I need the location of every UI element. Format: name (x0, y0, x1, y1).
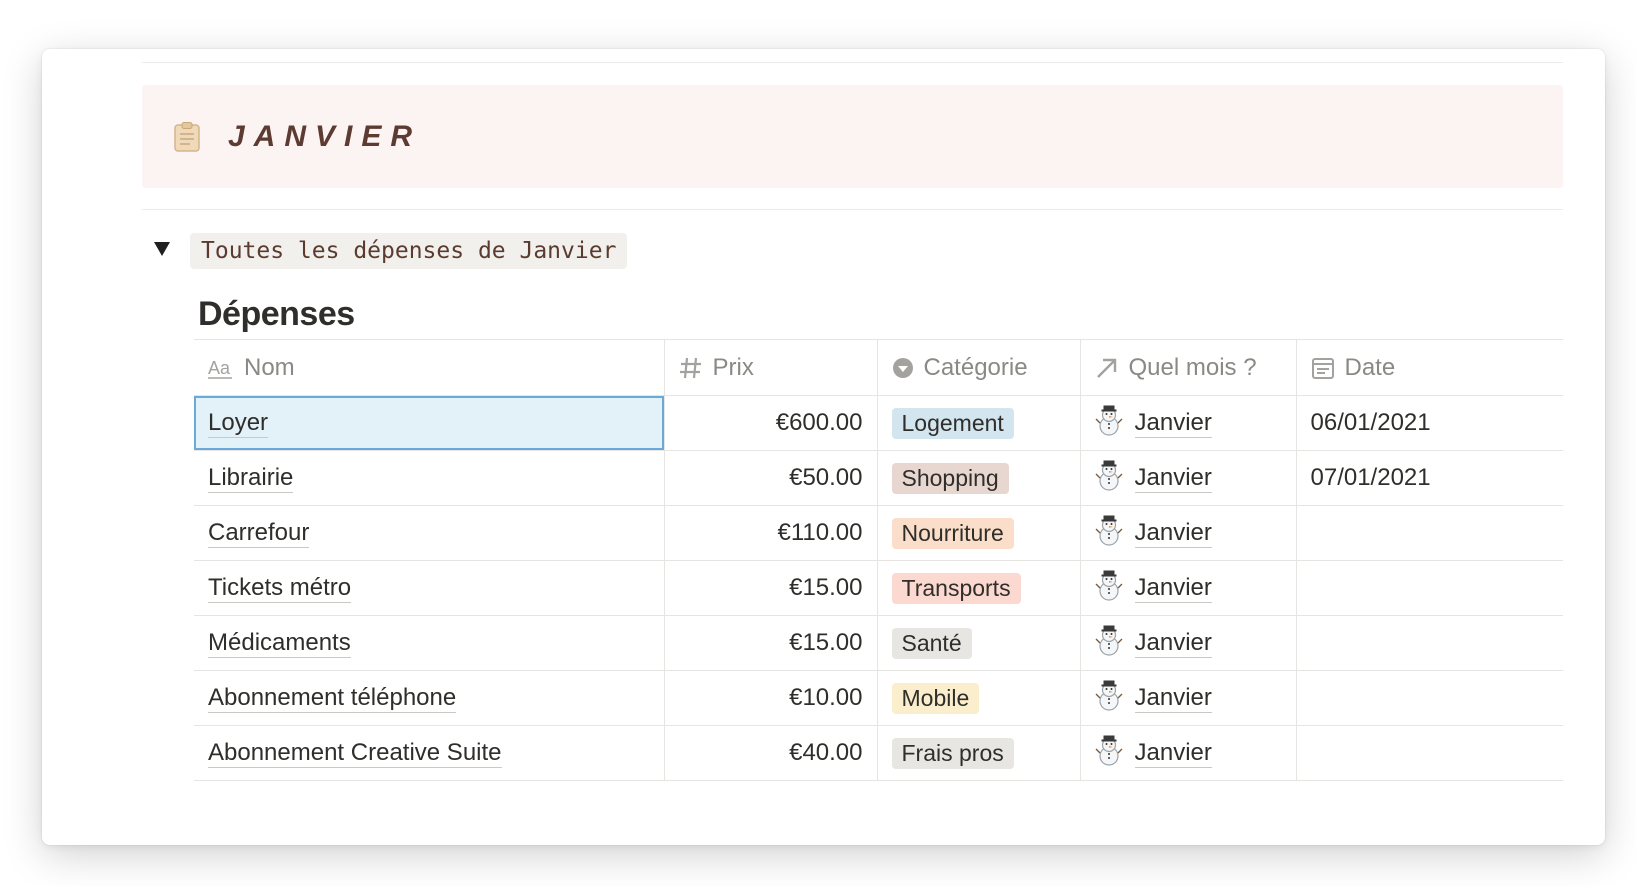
expenses-table: Aa Nom Prix Catégorie Quel mois ? Date L… (194, 339, 1563, 781)
snowman-icon (1095, 569, 1123, 608)
cell-date[interactable]: 06/01/2021 (1296, 395, 1563, 451)
expense-name[interactable]: Abonnement Creative Suite (208, 739, 502, 768)
category-tag: Transports (891, 572, 1021, 604)
category-tag: Santé (891, 627, 972, 659)
callout-title: JANVIER (228, 119, 422, 153)
cell-date[interactable] (1296, 670, 1563, 726)
category-tag: Mobile (891, 682, 980, 714)
cell-date[interactable] (1296, 560, 1563, 616)
cell-mois[interactable]: Janvier (1080, 615, 1297, 671)
cell-prix[interactable]: €15.00 (664, 615, 878, 671)
table-row[interactable]: Tickets métro €15.00 Transports Janvier (194, 560, 1563, 616)
database-title[interactable]: Dépenses (198, 295, 355, 334)
cell-date[interactable] (1296, 505, 1563, 561)
cell-nom[interactable]: Abonnement téléphone (194, 670, 665, 726)
cell-nom[interactable]: Médicaments (194, 615, 665, 671)
month-link[interactable]: Janvier (1134, 684, 1212, 713)
cell-nom[interactable]: Librairie (194, 450, 665, 506)
expense-name[interactable]: Abonnement téléphone (208, 684, 457, 713)
toggle-block[interactable]: Toutes les dépenses de Janvier (154, 233, 628, 269)
cell-categorie[interactable]: Nourriture (877, 505, 1081, 561)
table-row[interactable]: Librairie €50.00 Shopping Janvier 07/01/… (194, 450, 1563, 506)
month-link[interactable]: Janvier (1134, 519, 1212, 548)
table-body: Loyer €600.00 Logement Janvier 06/01/202… (194, 395, 1563, 781)
cell-prix[interactable]: €40.00 (664, 725, 878, 781)
cell-categorie[interactable]: Logement (877, 395, 1081, 451)
table-header-row: Aa Nom Prix Catégorie Quel mois ? Date (194, 339, 1563, 396)
cell-prix[interactable]: €15.00 (664, 560, 878, 616)
select-icon (892, 357, 914, 379)
cell-nom[interactable]: Carrefour (194, 505, 665, 561)
cell-mois[interactable]: Janvier (1080, 725, 1297, 781)
cell-categorie[interactable]: Mobile (877, 670, 1081, 726)
category-tag: Shopping (891, 462, 1009, 494)
column-label-categorie: Catégorie (923, 353, 1028, 381)
cell-date[interactable] (1296, 725, 1563, 781)
month-link[interactable]: Janvier (1134, 574, 1212, 603)
cell-categorie[interactable]: Transports (877, 560, 1081, 616)
page-card: JANVIER Toutes les dépenses de Janvier D… (42, 49, 1605, 845)
cell-nom[interactable]: Loyer (194, 395, 665, 451)
month-link[interactable]: Janvier (1134, 409, 1212, 438)
column-label-nom: Nom (244, 353, 295, 381)
clipboard-icon[interactable] (174, 121, 200, 152)
cell-prix[interactable]: €110.00 (664, 505, 878, 561)
expense-name[interactable]: Carrefour (208, 519, 310, 548)
snowman-icon (1095, 459, 1123, 498)
snowman-icon (1095, 404, 1123, 443)
snowman-icon (1095, 679, 1123, 718)
cell-prix[interactable]: €600.00 (664, 395, 878, 451)
snowman-icon (1095, 734, 1123, 773)
month-link[interactable]: Janvier (1134, 739, 1212, 768)
column-header-nom[interactable]: Aa Nom (194, 339, 665, 396)
cell-date[interactable] (1296, 615, 1563, 671)
toggle-label: Toutes les dépenses de Janvier (190, 233, 628, 269)
expense-name[interactable]: Médicaments (208, 629, 351, 658)
category-tag: Nourriture (891, 517, 1014, 549)
column-header-prix[interactable]: Prix (664, 339, 878, 396)
table-row[interactable]: Abonnement téléphone €10.00 Mobile Janvi… (194, 670, 1563, 726)
cell-categorie[interactable]: Frais pros (877, 725, 1081, 781)
month-link[interactable]: Janvier (1134, 629, 1212, 658)
category-tag: Frais pros (891, 737, 1014, 769)
cell-nom[interactable]: Tickets métro (194, 560, 665, 616)
column-label-prix: Prix (712, 353, 754, 381)
text-icon: Aa (208, 356, 234, 380)
column-header-mois[interactable]: Quel mois ? (1080, 339, 1297, 396)
cell-categorie[interactable]: Santé (877, 615, 1081, 671)
month-link[interactable]: Janvier (1134, 464, 1212, 493)
expense-name[interactable]: Tickets métro (208, 574, 352, 603)
toggle-triangle-icon[interactable] (154, 242, 170, 256)
column-label-date: Date (1344, 353, 1396, 381)
cell-mois[interactable]: Janvier (1080, 560, 1297, 616)
divider-middle (142, 209, 1563, 210)
cell-mois[interactable]: Janvier (1080, 395, 1297, 451)
cell-mois[interactable]: Janvier (1080, 505, 1297, 561)
cell-prix[interactable]: €10.00 (664, 670, 878, 726)
column-header-date[interactable]: Date (1296, 339, 1563, 396)
table-row[interactable]: Carrefour €110.00 Nourriture Janvier (194, 505, 1563, 561)
cell-date[interactable]: 07/01/2021 (1296, 450, 1563, 506)
column-label-mois: Quel mois ? (1128, 353, 1257, 381)
cell-nom[interactable]: Abonnement Creative Suite (194, 725, 665, 781)
column-header-categorie[interactable]: Catégorie (877, 339, 1081, 396)
table-row[interactable]: Loyer €600.00 Logement Janvier 06/01/202… (194, 395, 1563, 451)
snowman-icon (1095, 514, 1123, 553)
expense-name[interactable]: Loyer (208, 409, 269, 438)
cell-categorie[interactable]: Shopping (877, 450, 1081, 506)
svg-text:Aa: Aa (208, 358, 231, 378)
table-row[interactable]: Abonnement Creative Suite €40.00 Frais p… (194, 725, 1563, 781)
relation-arrow-icon (1095, 356, 1119, 380)
divider-top (142, 62, 1563, 63)
cell-prix[interactable]: €50.00 (664, 450, 878, 506)
cell-mois[interactable]: Janvier (1080, 670, 1297, 726)
table-row[interactable]: Médicaments €15.00 Santé Janvier (194, 615, 1563, 671)
cell-mois[interactable]: Janvier (1080, 450, 1297, 506)
snowman-icon (1095, 624, 1123, 663)
month-callout: JANVIER (142, 85, 1563, 188)
calendar-icon (1311, 356, 1335, 380)
expense-name[interactable]: Librairie (208, 464, 294, 493)
hash-icon (679, 356, 703, 380)
category-tag: Logement (891, 407, 1014, 439)
